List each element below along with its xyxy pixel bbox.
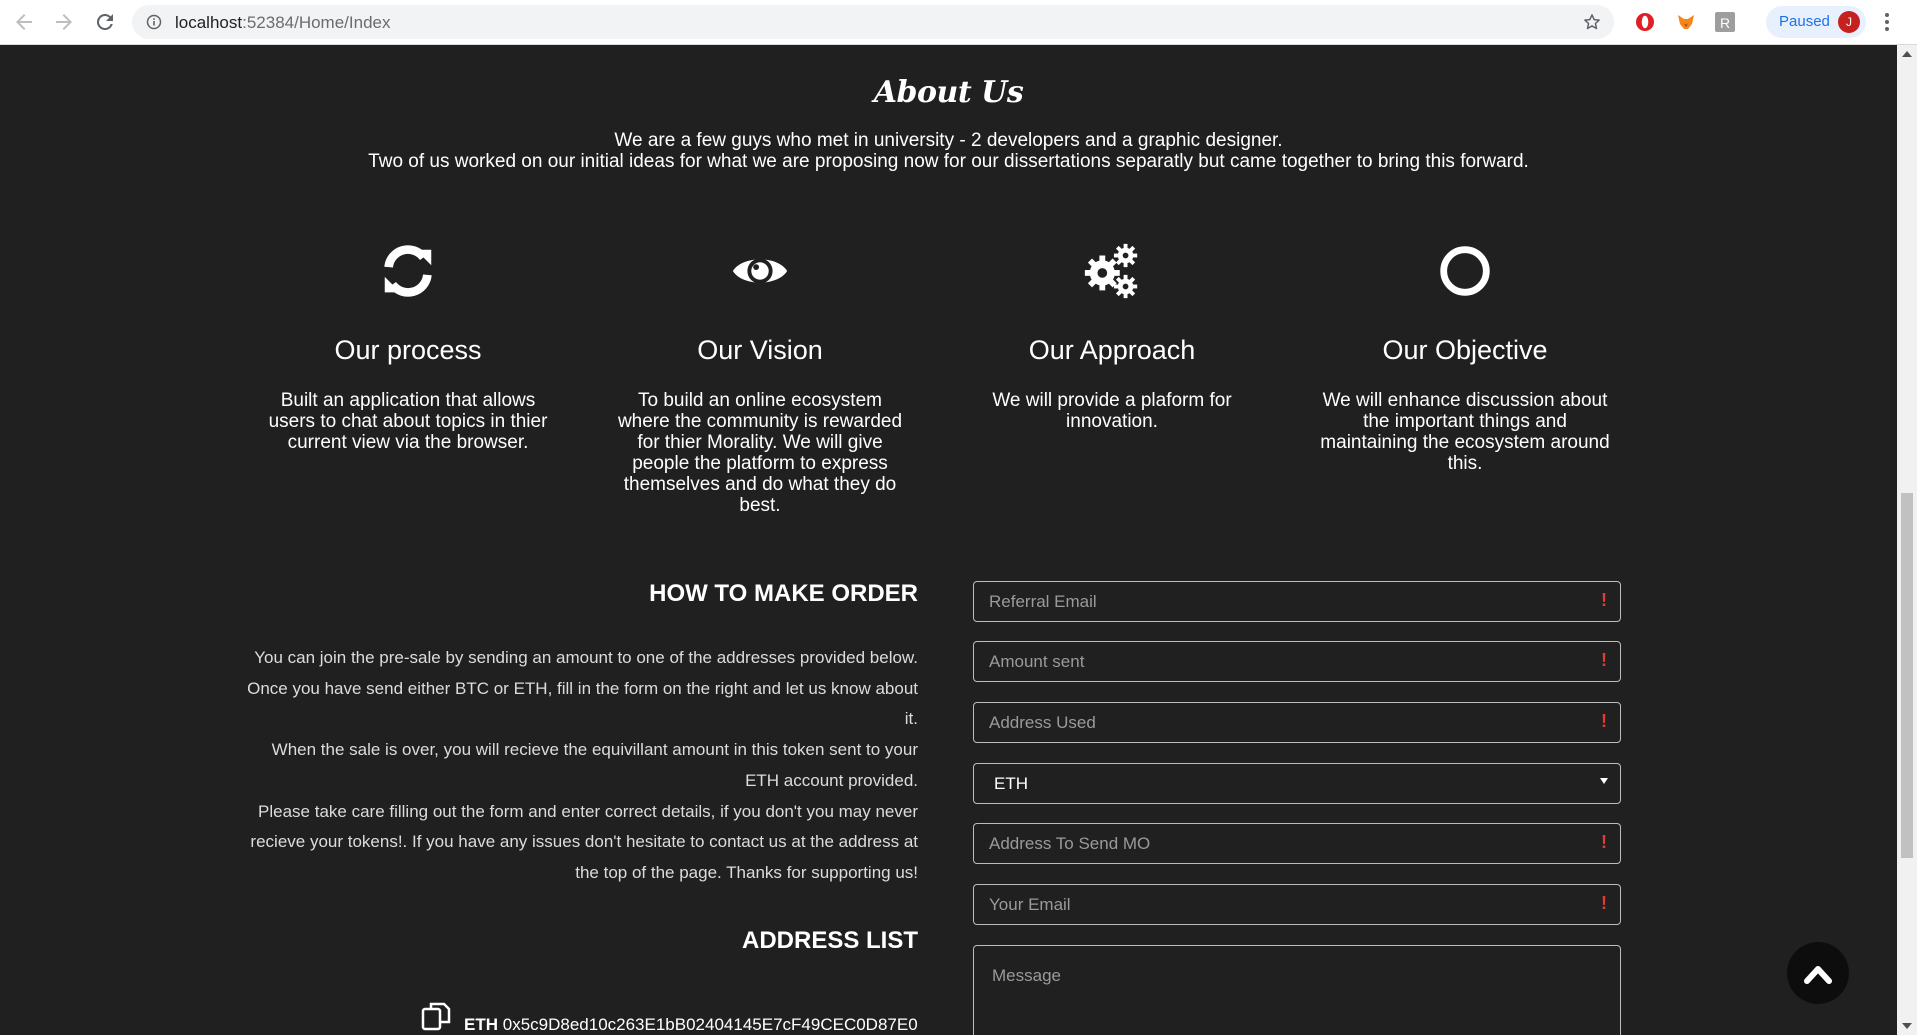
order-paragraph-1: You can join the pre-sale by sending an … <box>247 648 918 729</box>
dropdown-caret-icon <box>1600 778 1608 784</box>
required-icon: ! <box>1601 711 1607 731</box>
eth-address[interactable]: ETH 0x5c9D8ed10c263E1bB02404145E7cF49CEC… <box>464 1015 918 1035</box>
order-paragraph-3: Please take care filling out the form an… <box>250 801 918 882</box>
avatar: J <box>1838 11 1860 33</box>
required-icon: ! <box>1601 893 1607 913</box>
eth-address-row: ETH 0x5c9D8ed10c263E1bB02404145E7cF49CEC… <box>420 1000 920 1035</box>
how-to-order-title: HOW TO MAKE ORDER <box>649 580 918 607</box>
gears-icon <box>1084 243 1138 299</box>
back-arrow-icon[interactable] <box>12 10 36 34</box>
copy-icon[interactable] <box>420 1000 452 1032</box>
profile-paused-button[interactable]: Paused J <box>1766 6 1866 38</box>
order-instructions: You can join the pre-sale by sending an … <box>233 643 918 889</box>
amount-sent-field[interactable]: Amount sent ! <box>973 641 1621 682</box>
message-textarea[interactable]: Message <box>973 945 1621 1035</box>
scroll-down-arrow-icon[interactable] <box>1902 1023 1912 1029</box>
about-line-2: Two of us worked on our initial ideas fo… <box>368 151 1529 172</box>
profile-status-label: Paused <box>1779 13 1830 30</box>
your-email-placeholder: Your Email <box>989 895 1071 914</box>
feature-title: Our Approach <box>1028 335 1196 365</box>
r-extension-icon[interactable]: R <box>1715 12 1735 32</box>
bookmark-star-icon[interactable] <box>1582 12 1602 32</box>
feature-description: To build an online ecosystem where the c… <box>617 390 903 516</box>
about-title: About Us <box>873 75 1024 110</box>
about-line-1: We are a few guys who met in university … <box>614 130 1283 151</box>
feature-description: We will enhance discussion about the imp… <box>1320 390 1610 474</box>
order-paragraph-2: When the sale is over, you will recieve … <box>271 740 918 790</box>
url-text[interactable]: localhost:52384/Home/Index <box>175 13 391 33</box>
forward-arrow-icon[interactable] <box>52 10 76 34</box>
address-used-placeholder: Address Used <box>989 713 1096 732</box>
required-icon: ! <box>1601 832 1607 852</box>
address-to-send-field[interactable]: Address To Send MO ! <box>973 823 1621 864</box>
about-intro: We are a few guys who met in university … <box>0 130 1897 172</box>
message-placeholder: Message <box>992 966 1061 985</box>
referral-email-field[interactable]: Referral Email ! <box>973 581 1621 622</box>
scroll-to-top-button[interactable] <box>1787 942 1849 1004</box>
chevron-up-icon <box>1804 966 1832 984</box>
page-content: About Us We are a few guys who met in un… <box>0 45 1897 1035</box>
feature-objective: Our Objective We will enhance discussion… <box>1305 240 1625 474</box>
page-scrollbar[interactable] <box>1897 45 1917 1035</box>
feature-description: Built an application that allows users t… <box>268 390 548 453</box>
feature-vision: Our Vision To build an online ecosystem … <box>600 240 920 516</box>
scroll-up-arrow-icon[interactable] <box>1902 51 1912 57</box>
eye-icon <box>732 258 788 284</box>
feature-title: Our Objective <box>1382 335 1548 365</box>
your-email-field[interactable]: Your Email ! <box>973 884 1621 925</box>
more-menu-icon[interactable] <box>1884 11 1890 33</box>
opera-extension-icon[interactable] <box>1634 11 1656 33</box>
refresh-icon <box>384 245 432 297</box>
feature-description: We will provide a plaform for innovation… <box>992 390 1232 432</box>
circle-icon <box>1440 246 1490 296</box>
metamask-fox-icon[interactable] <box>1675 11 1697 33</box>
feature-process: Our process Built an application that al… <box>248 240 568 453</box>
required-icon: ! <box>1601 590 1607 610</box>
scrollbar-thumb[interactable] <box>1901 493 1913 858</box>
address-used-field[interactable]: Address Used ! <box>973 702 1621 743</box>
feature-title: Our process <box>334 335 482 365</box>
required-icon: ! <box>1601 650 1607 670</box>
reload-icon[interactable] <box>93 10 117 34</box>
info-icon[interactable] <box>146 14 162 30</box>
feature-title: Our Vision <box>697 335 823 365</box>
amount-sent-placeholder: Amount sent <box>989 652 1085 671</box>
address-bar[interactable]: localhost:52384/Home/Index <box>132 5 1614 39</box>
browser-toolbar: localhost:52384/Home/Index R Paused J <box>0 0 1917 45</box>
feature-approach: Our Approach We will provide a plaform f… <box>952 240 1272 432</box>
currency-selected-value: ETH <box>994 774 1028 793</box>
address-to-send-placeholder: Address To Send MO <box>989 834 1151 853</box>
currency-select[interactable]: ETH <box>973 763 1621 804</box>
address-list-title: ADDRESS LIST <box>741 927 918 954</box>
referral-email-placeholder: Referral Email <box>989 592 1097 611</box>
